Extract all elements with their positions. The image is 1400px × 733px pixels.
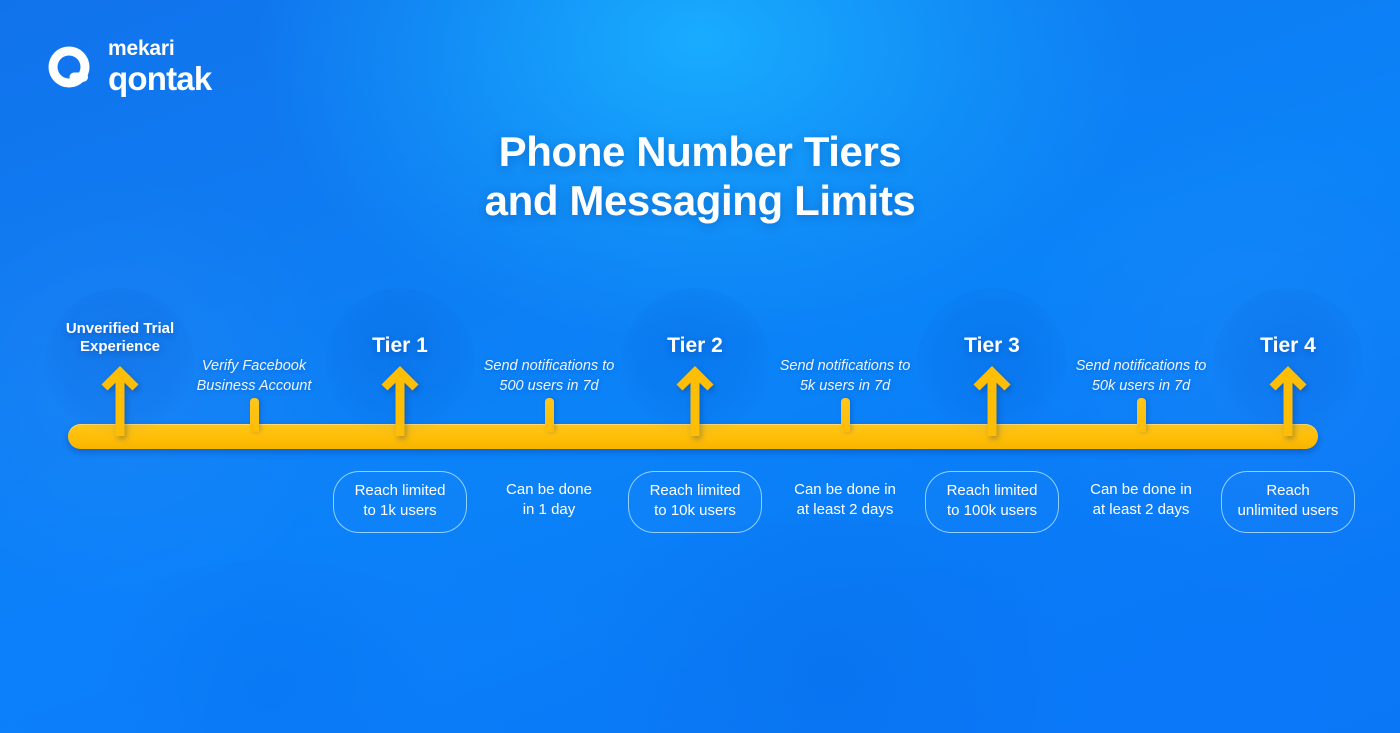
transition-requirement-verify-facebook-line1: Verify Facebook bbox=[201, 358, 307, 374]
transition-requirement-tier-2-to-3-line1: Send notifications to bbox=[779, 358, 911, 374]
transition-duration-tier-3-to-4-line2: at least 2 days bbox=[1092, 501, 1190, 519]
timeline-tick-tier-2-to-3 bbox=[841, 398, 850, 432]
transition-duration-tier-2-to-3-line2: at least 2 days bbox=[796, 501, 894, 519]
tier-limit-tier-3-line1: Reach limited bbox=[946, 482, 1038, 499]
tier-limit-tier-4-line1: Reach bbox=[1266, 482, 1310, 499]
timeline-arrow-tier-2 bbox=[675, 366, 715, 436]
transition-requirement-tier-2-to-3: Send notifications to 5k users in 7d bbox=[715, 357, 975, 396]
tier-label-tier-4: Tier 4 bbox=[1260, 334, 1316, 357]
transition-requirement-verify-facebook-line2: Business Account bbox=[196, 377, 312, 394]
infographic-canvas: mekari qontak Phone Number Tiers and Mes… bbox=[0, 0, 1400, 733]
transition-duration-tier-1-to-2: Can be done in 1 day bbox=[474, 471, 624, 531]
timeline-tick-tier-1-to-2 bbox=[545, 398, 554, 432]
tier-limit-tier-1-line2: to 1k users bbox=[363, 502, 437, 520]
timeline-arrow-tier-3 bbox=[972, 366, 1012, 436]
transition-duration-tier-1-to-2-line2: in 1 day bbox=[522, 501, 576, 519]
transition-requirement-verify-facebook: Verify Facebook Business Account bbox=[124, 357, 384, 396]
tier-limit-tier-2-line2: to 10k users bbox=[654, 502, 736, 520]
timeline-tick-tier-3-to-4 bbox=[1137, 398, 1146, 432]
tier-label-unverified-trial: Unverified Trial Experience bbox=[0, 320, 240, 355]
transition-duration-tier-3-to-4: Can be done in at least 2 days bbox=[1066, 471, 1216, 531]
timeline-arrow-tier-1 bbox=[380, 366, 420, 436]
transition-requirement-tier-2-to-3-line2: 5k users in 7d bbox=[799, 377, 891, 394]
transition-duration-tier-3-to-4-line1: Can be done in bbox=[1090, 481, 1192, 498]
tier-label-tier-1: Tier 1 bbox=[372, 334, 428, 357]
tier-label-tier-3: Tier 3 bbox=[964, 334, 1020, 357]
timeline-tick-verify-facebook bbox=[250, 398, 259, 432]
tier-limit-tier-4-line2: unlimited users bbox=[1237, 502, 1339, 520]
tier-limit-tier-2-line1: Reach limited bbox=[649, 482, 741, 499]
tier-label-unverified-trial-line2: Experience bbox=[79, 337, 161, 355]
tier-limit-tier-1: Reach limited to 1k users bbox=[333, 471, 467, 533]
transition-requirement-tier-1-to-2-line2: 500 users in 7d bbox=[499, 377, 599, 394]
transition-duration-tier-1-to-2-line1: Can be done bbox=[506, 481, 592, 498]
tier-timeline: Unverified Trial Experience Tier 1 Reach li… bbox=[0, 0, 1400, 733]
tier-limit-tier-2: Reach limited to 10k users bbox=[628, 471, 762, 533]
tier-label-unverified-trial-line1: Unverified Trial bbox=[65, 320, 175, 337]
transition-requirement-tier-3-to-4-line2: 50k users in 7d bbox=[1091, 377, 1191, 394]
transition-requirement-tier-3-to-4: Send notifications to 50k users in 7d bbox=[1011, 357, 1271, 396]
transition-duration-tier-2-to-3: Can be done in at least 2 days bbox=[770, 471, 920, 531]
tier-limit-tier-3-line2: to 100k users bbox=[946, 502, 1038, 520]
tier-limit-tier-3: Reach limited to 100k users bbox=[925, 471, 1059, 533]
transition-requirement-tier-3-to-4-line1: Send notifications to bbox=[1075, 358, 1207, 374]
tier-limit-tier-1-line1: Reach limited bbox=[354, 482, 446, 499]
timeline-arrow-tier-4 bbox=[1268, 366, 1308, 436]
transition-duration-tier-2-to-3-line1: Can be done in bbox=[794, 481, 896, 498]
transition-requirement-tier-1-to-2: Send notifications to 500 users in 7d bbox=[419, 357, 679, 396]
transition-requirement-tier-1-to-2-line1: Send notifications to bbox=[483, 358, 615, 374]
tier-limit-tier-4: Reach unlimited users bbox=[1221, 471, 1355, 533]
tier-label-tier-2: Tier 2 bbox=[667, 334, 723, 357]
